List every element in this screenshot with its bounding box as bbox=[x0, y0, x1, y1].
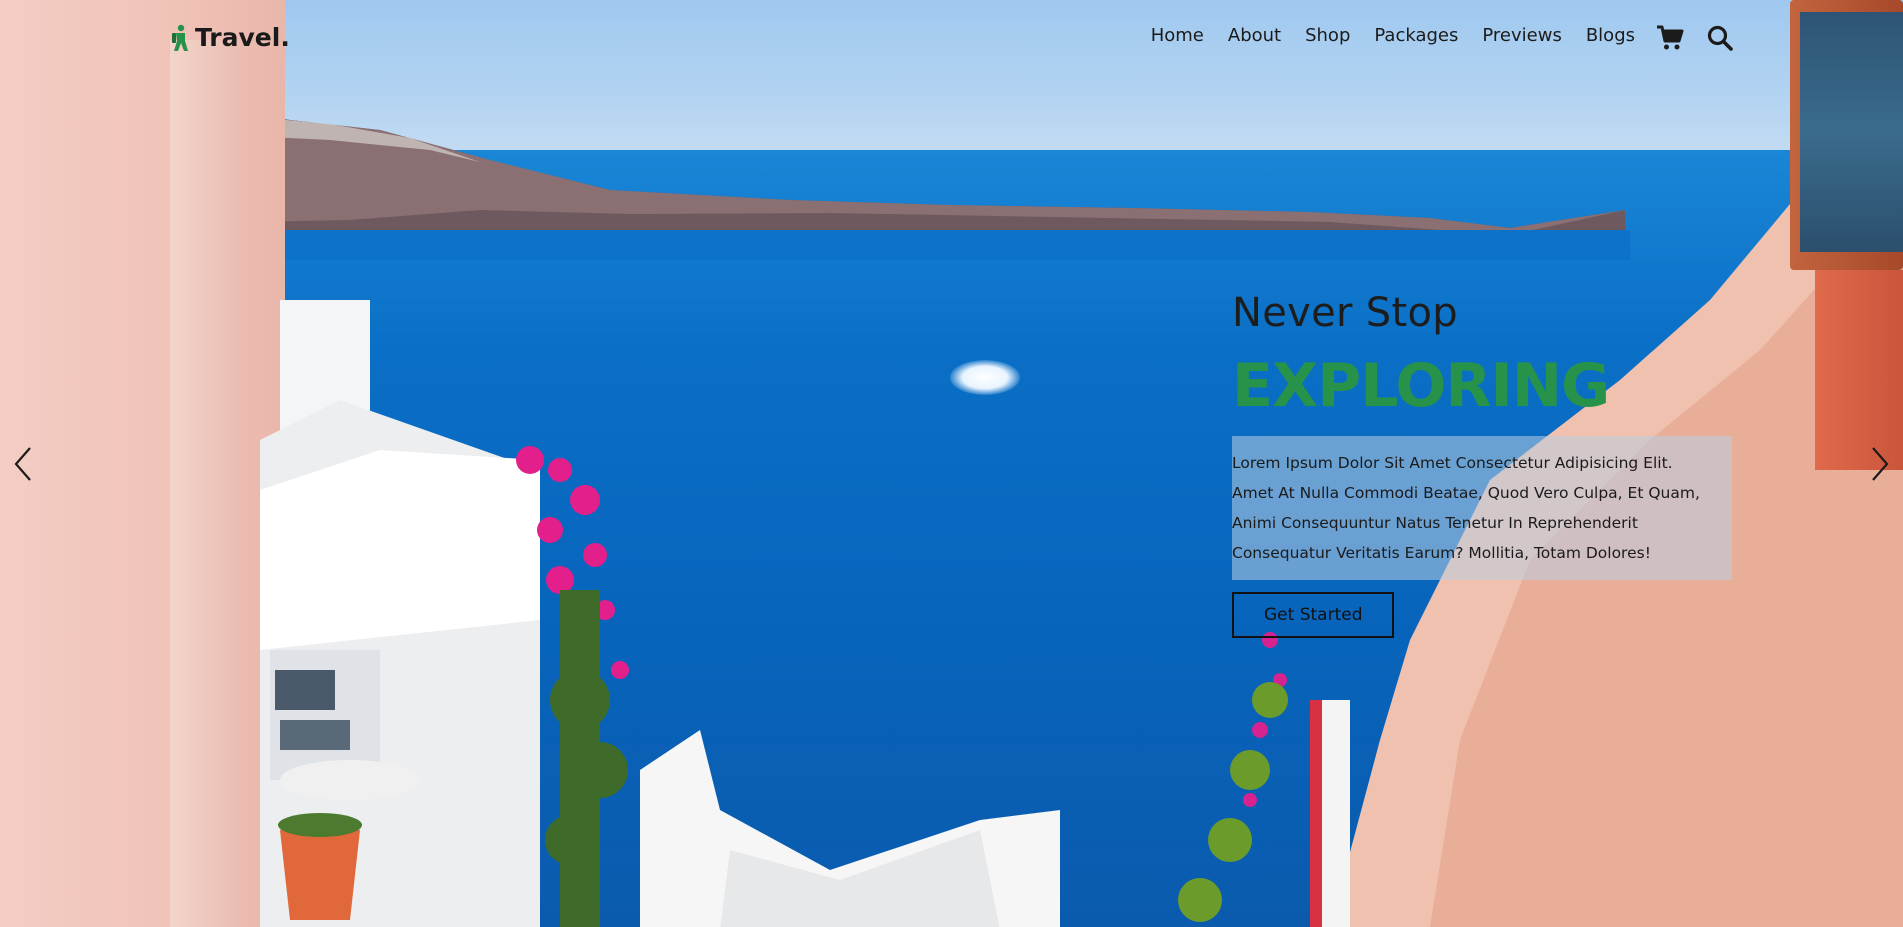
nav-shop[interactable]: Shop bbox=[1305, 25, 1350, 46]
left-wall bbox=[0, 0, 285, 927]
nav-previews[interactable]: Previews bbox=[1482, 25, 1561, 46]
hero-subtitle: Never Stop bbox=[1232, 290, 1458, 336]
chevron-left-icon bbox=[14, 447, 31, 481]
hero-title: EXPLORING bbox=[1232, 351, 1610, 421]
nav-about[interactable]: About bbox=[1228, 25, 1281, 46]
hero-content: Never Stop EXPLORING Lorem Ipsum Dolor S… bbox=[1232, 290, 1732, 638]
boat bbox=[950, 360, 1020, 395]
slider-prev-button[interactable] bbox=[10, 445, 36, 483]
red-column bbox=[1815, 270, 1903, 470]
navbar: Travel. Home About Shop Packages Preview… bbox=[0, 0, 1903, 78]
brand-name: Travel. bbox=[195, 23, 290, 52]
get-started-button[interactable]: Get Started bbox=[1232, 592, 1395, 638]
hiker-icon bbox=[170, 24, 192, 52]
nav-blogs[interactable]: Blogs bbox=[1586, 25, 1635, 46]
search-icon[interactable] bbox=[1706, 24, 1734, 52]
cart-icon[interactable] bbox=[1656, 24, 1684, 52]
nav-home[interactable]: Home bbox=[1151, 25, 1204, 46]
brand-logo[interactable]: Travel. bbox=[170, 23, 290, 52]
hero-description: Lorem Ipsum Dolor Sit Amet Consectetur A… bbox=[1232, 436, 1732, 580]
nav-actions bbox=[1656, 24, 1734, 52]
left-wall-pillar bbox=[170, 40, 240, 927]
main-nav: Home About Shop Packages Previews Blogs bbox=[1151, 25, 1635, 46]
right-flowers bbox=[1178, 632, 1288, 922]
chevron-right-icon bbox=[1872, 447, 1889, 481]
stair-house bbox=[640, 730, 1060, 927]
slider-next-button[interactable] bbox=[1867, 445, 1893, 483]
nav-packages[interactable]: Packages bbox=[1374, 25, 1458, 46]
